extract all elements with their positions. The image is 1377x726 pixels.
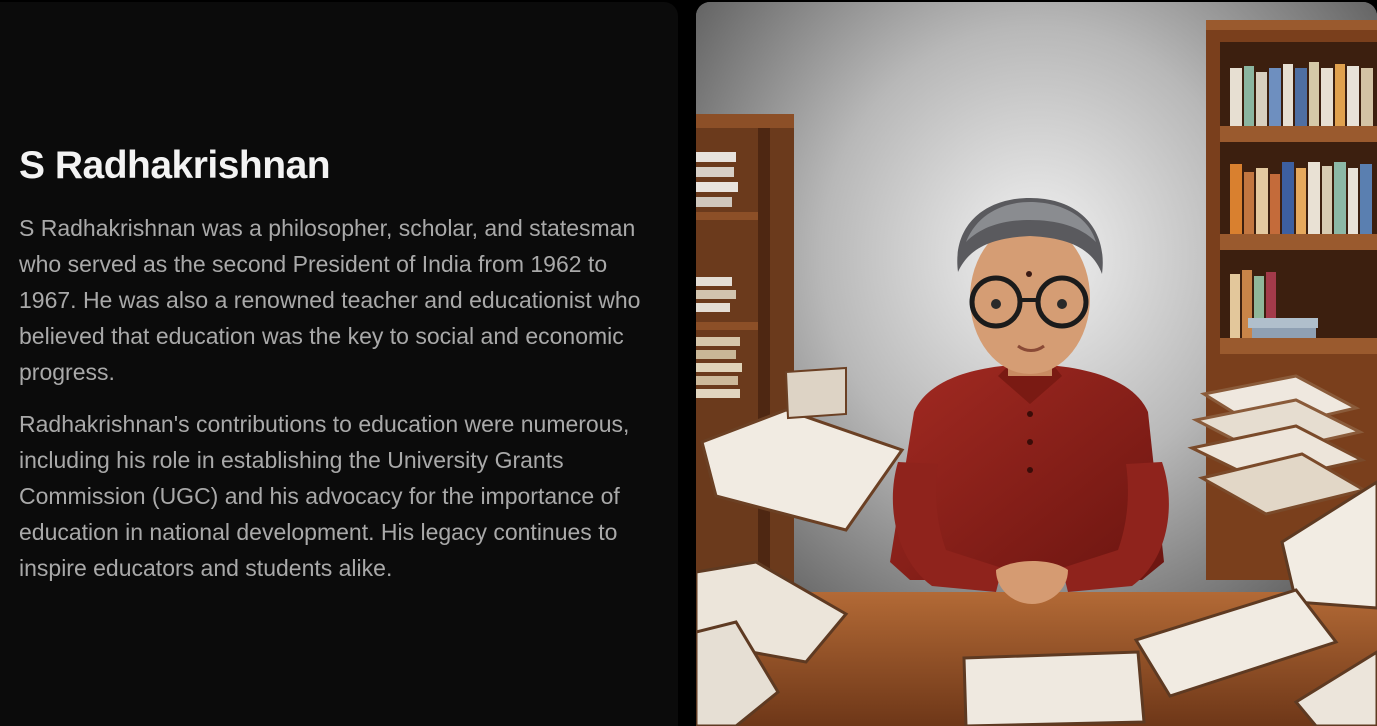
body-paragraph-1: S Radhakrishnan was a philosopher, schol…: [19, 215, 641, 385]
left-bookshelf: [696, 114, 794, 594]
body-paragraph-2: Radhakrishnan's contributions to educati…: [19, 411, 630, 581]
illustration-svg: [696, 2, 1377, 726]
card-title: S Radhakrishnan: [19, 144, 331, 187]
card-body: S Radhakrishnan was a philosopher, schol…: [19, 210, 664, 602]
info-card: S Radhakrishnan S Radhakrishnan was a ph…: [0, 2, 678, 726]
portrait-illustration: [696, 2, 1377, 726]
